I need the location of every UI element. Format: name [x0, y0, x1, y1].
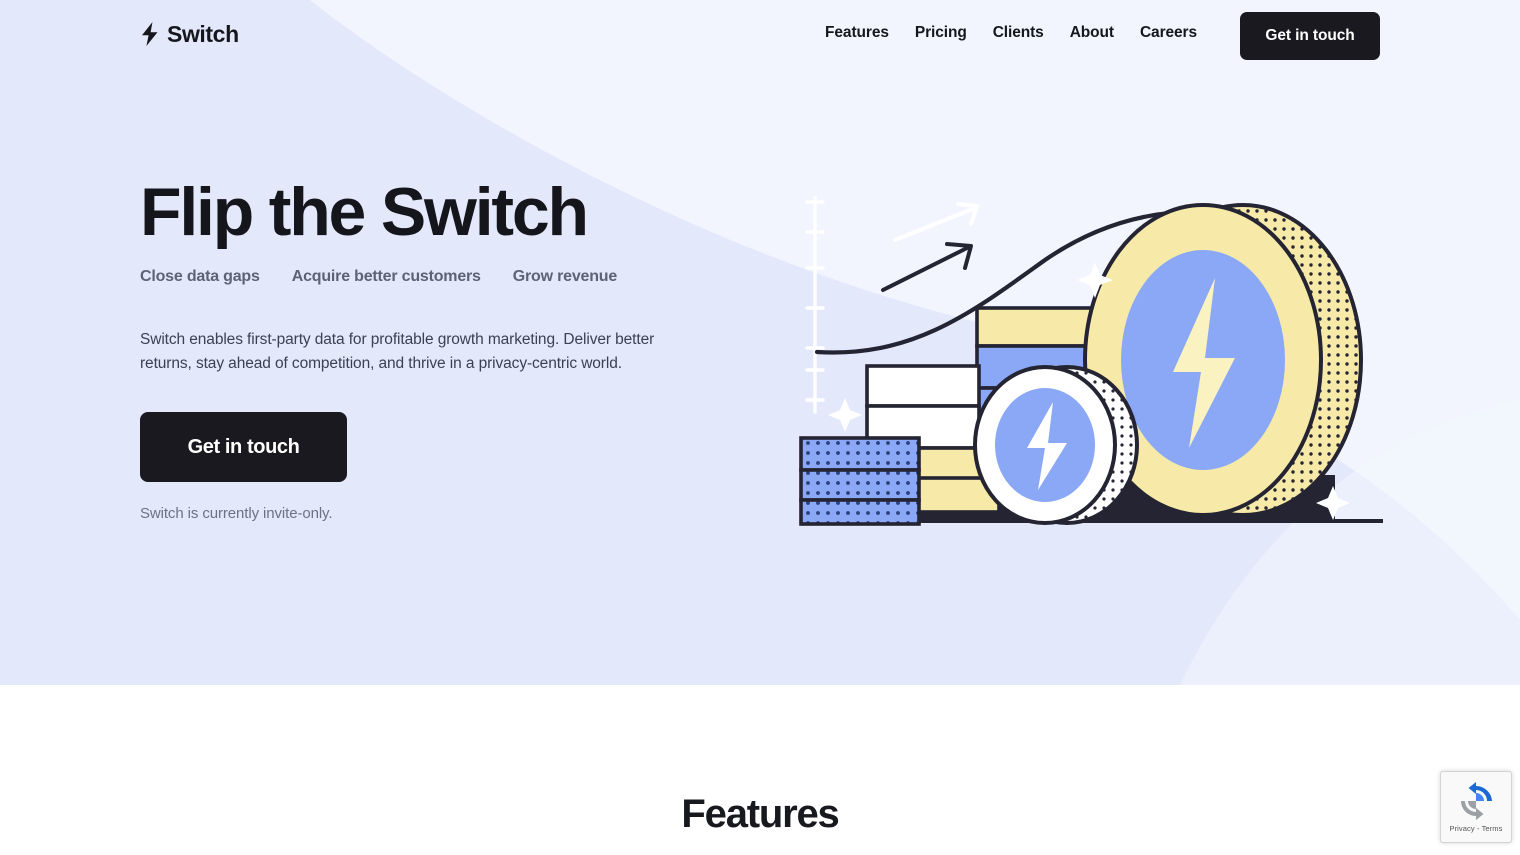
tagline-close-data-gaps: Close data gaps	[140, 268, 260, 285]
nav-links: Features Pricing Clients About Careers	[812, 24, 1210, 42]
nav-link-clients[interactable]: Clients	[980, 24, 1057, 42]
hero-description: Switch enables first-party data for prof…	[140, 331, 655, 372]
lightning-bolt-icon	[142, 22, 158, 46]
nav-link-pricing[interactable]: Pricing	[902, 24, 980, 42]
chart-axis-icon	[805, 196, 825, 414]
nav-link-about[interactable]: About	[1057, 24, 1127, 42]
nav-get-in-touch-button[interactable]: Get in touch	[1240, 12, 1380, 60]
hero-section: Switch Features Pricing Clients About Ca…	[0, 0, 1520, 685]
nav-link-careers[interactable]: Careers	[1127, 24, 1210, 42]
features-section: Features	[0, 685, 1520, 855]
hero-invite-note: Switch is currently invite-only.	[140, 505, 333, 522]
coin-stack-white	[865, 364, 981, 450]
features-title: Features	[681, 792, 839, 836]
hero-taglines: Close data gaps Acquire better customers…	[140, 268, 760, 286]
recaptcha-label: Privacy - Terms	[1449, 824, 1503, 833]
hero-content: Flip the Switch Close data gaps Acquire …	[140, 178, 760, 522]
recaptcha-icon	[1461, 782, 1492, 820]
tagline-acquire-better-customers: Acquire better customers	[291, 268, 481, 285]
coin-stack-blue-dotted	[799, 436, 921, 526]
hero-get-in-touch-button[interactable]: Get in touch	[140, 412, 347, 482]
brand-name: Switch	[167, 20, 239, 47]
tagline-grow-revenue: Grow revenue	[512, 268, 618, 285]
small-coin-icon	[973, 365, 1139, 525]
dark-arrow-icon	[881, 242, 973, 292]
nav-link-features[interactable]: Features	[812, 24, 902, 42]
brand-logo[interactable]: Switch	[140, 22, 239, 46]
hero-illustration	[799, 196, 1383, 526]
recaptcha-badge[interactable]: Privacy - Terms	[1440, 771, 1512, 843]
white-arrow-icon	[893, 202, 980, 242]
hero-title: Flip the Switch	[140, 174, 589, 250]
top-navigation-bar: Switch Features Pricing Clients About Ca…	[0, 0, 1520, 72]
